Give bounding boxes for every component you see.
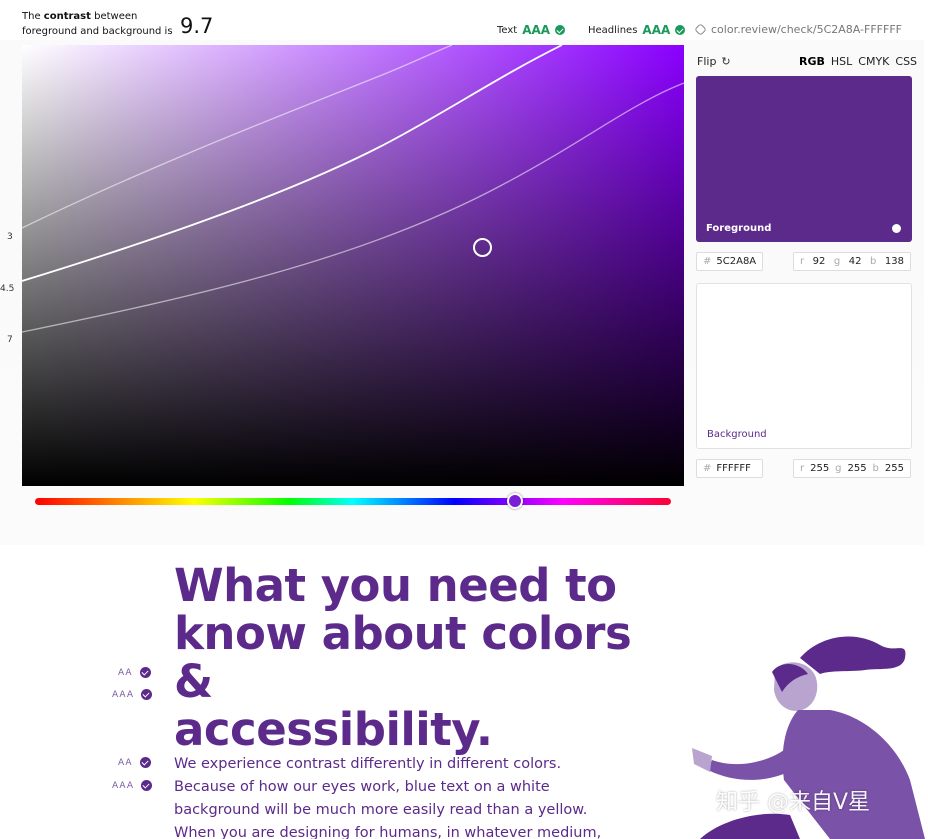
hue-slider-thumb[interactable]	[507, 493, 523, 509]
active-indicator-icon	[892, 224, 901, 233]
contrast-description: The contrast between foreground and back…	[22, 11, 173, 37]
text-rating-badge: Text AAA	[497, 23, 566, 37]
tab-cmyk[interactable]: CMYK	[858, 55, 889, 68]
foreground-r[interactable]: 92	[813, 256, 826, 267]
foreground-b[interactable]: 138	[885, 256, 904, 267]
foreground-swatch[interactable]: Foreground	[696, 76, 912, 242]
color-field[interactable]	[22, 45, 684, 486]
background-b[interactable]: 255	[885, 463, 904, 474]
ratio-label-4.5: 4.5	[0, 284, 15, 294]
color-picker-handle[interactable]	[473, 238, 492, 257]
ratio-label-7: 7	[7, 335, 13, 345]
color-mode-tabs: RGB HSL CMYK CSS	[799, 55, 917, 68]
tab-css[interactable]: CSS	[895, 55, 917, 68]
watermark: 知乎 @来自V星	[716, 790, 871, 815]
background-swatch[interactable]: Background	[696, 283, 912, 449]
check-icon	[139, 667, 151, 678]
background-label: Background	[707, 429, 767, 440]
check-icon	[675, 25, 686, 35]
heading-aaa-mark: AAA	[112, 689, 152, 700]
contrast-curve-3	[22, 45, 453, 229]
check-icon	[140, 689, 152, 700]
paragraph-aa-mark: AA	[118, 757, 151, 768]
tab-hsl[interactable]: HSL	[831, 55, 852, 68]
background-r[interactable]: 255	[810, 463, 829, 474]
paragraph-aaa-mark: AAA	[112, 780, 152, 791]
background-hex-field[interactable]: # FFFFFF	[696, 459, 763, 478]
background-g[interactable]: 255	[847, 463, 866, 474]
refresh-icon: ↻	[721, 55, 731, 68]
check-icon	[139, 757, 151, 768]
flip-button[interactable]: Flip ↻	[697, 55, 731, 68]
check-icon	[140, 780, 152, 791]
heading-aa-mark: AA	[118, 667, 151, 678]
ratio-label-3: 3	[7, 232, 13, 242]
check-icon	[555, 25, 566, 35]
contrast-curves	[22, 45, 684, 333]
article-paragraph: We experience contrast differently in di…	[174, 756, 602, 839]
foreground-g[interactable]: 42	[849, 256, 862, 267]
hue-slider[interactable]	[35, 498, 671, 505]
headlines-rating-badge: Headlines AAA	[588, 23, 686, 37]
foreground-label: Foreground	[706, 223, 772, 234]
background-rgb-fields[interactable]: r 255 g 255 b 255	[793, 459, 911, 478]
share-link[interactable]: color.review/check/5C2A8A-FFFFFF	[694, 23, 902, 36]
foreground-rgb-fields[interactable]: r 92 g 42 b 138	[793, 252, 911, 271]
foreground-hex-field[interactable]: #5C2A8A	[696, 252, 763, 271]
contrast-curve-7	[22, 82, 684, 333]
tab-rgb[interactable]: RGB	[799, 55, 825, 68]
contrast-ratio-value: 9.7	[180, 14, 214, 38]
link-icon	[694, 23, 707, 36]
article-heading: What you need to know about colors & acc…	[174, 559, 632, 756]
